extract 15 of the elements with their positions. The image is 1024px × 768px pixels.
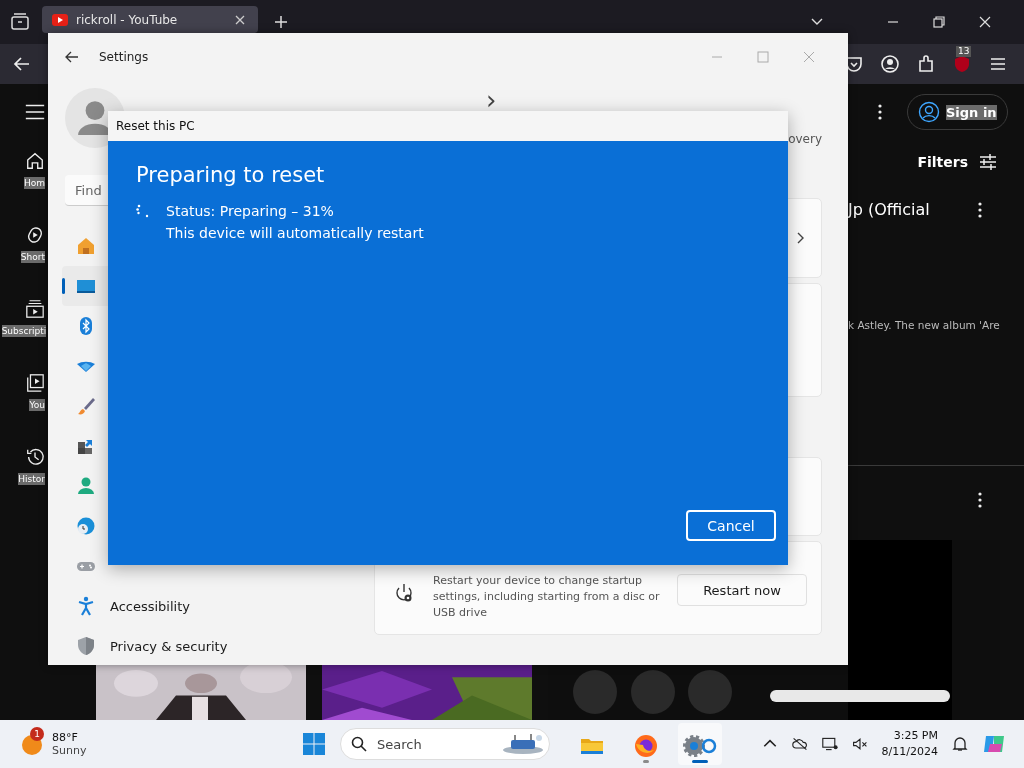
setting-description: Restart your device to change startup settings, including starting from a disc or USB drive <box>433 573 661 621</box>
tab-title: rickroll - YouTube <box>76 12 179 27</box>
dialog-heading: Preparing to reset <box>136 163 326 187</box>
window-title: Settings <box>99 50 149 64</box>
video-description: k Astley. The new album 'Are <box>848 319 1001 331</box>
status-text: Status: Preparing – 31% <box>166 203 334 219</box>
dialog-title: Reset this PC <box>116 119 195 133</box>
nav-label: Accessibility <box>110 598 190 614</box>
nav-label: Privacy & security <box>110 638 228 654</box>
temperature: 88°F <box>52 731 79 744</box>
weather-condition: Sunny <box>52 744 87 757</box>
count-badge: 13 <box>956 46 972 57</box>
notification-badge: 1 <box>30 727 44 741</box>
breadcrumb-separator: › <box>486 87 497 113</box>
restart-note: This device will automatically restart <box>166 225 425 241</box>
